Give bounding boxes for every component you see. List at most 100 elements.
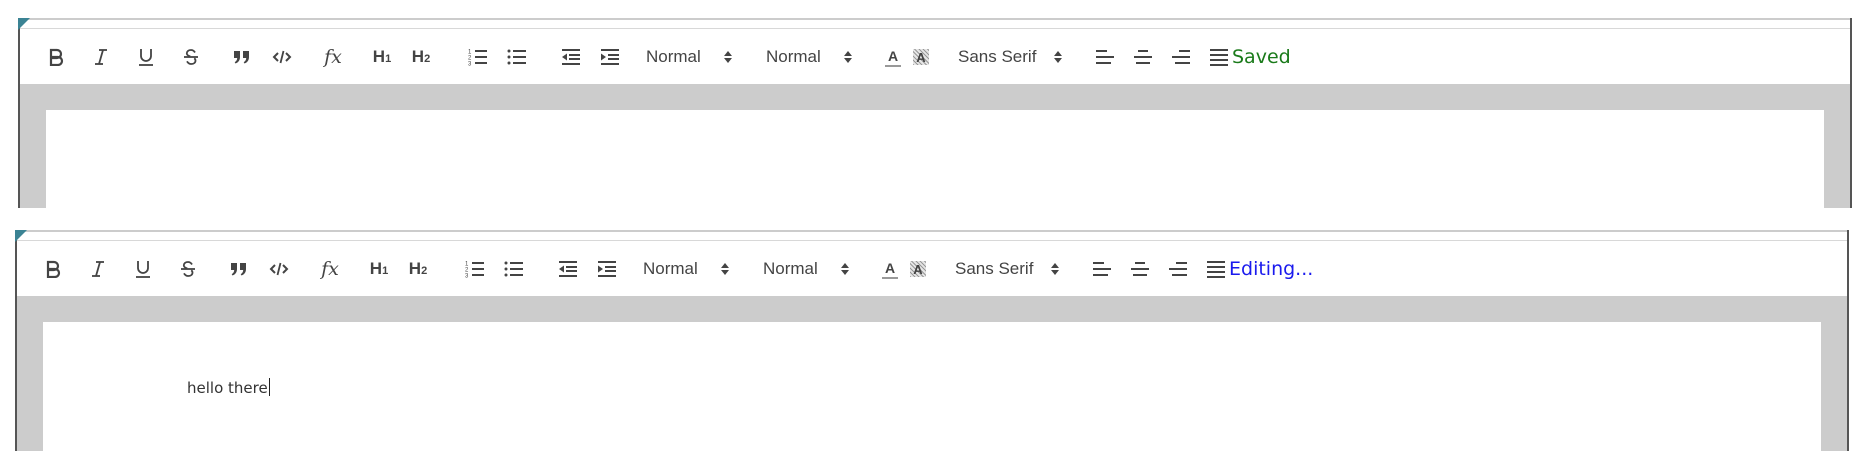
italic-icon <box>95 49 107 65</box>
editor-background: hello there <box>17 296 1847 451</box>
formula-button[interactable]: fx <box>318 29 348 85</box>
header-picker-label: Normal <box>766 47 821 66</box>
ordered-list-button[interactable]: 123 <box>463 29 493 85</box>
font-picker[interactable]: Sans Serif <box>950 29 1080 85</box>
italic-button[interactable] <box>84 241 112 297</box>
align-right-icon <box>1172 50 1190 64</box>
align-right-button[interactable] <box>1163 241 1193 297</box>
underline-button[interactable] <box>129 241 157 297</box>
italic-button[interactable] <box>87 29 115 85</box>
editor-page[interactable] <box>46 110 1824 208</box>
editor-text: hello there <box>187 379 268 397</box>
editor-page[interactable]: hello there <box>43 322 1821 451</box>
font-color-button[interactable]: A <box>880 29 906 85</box>
ordered-list-button[interactable]: 123 <box>460 241 490 297</box>
ordered-list-icon: 123 <box>468 50 487 66</box>
italic-icon <box>92 261 104 277</box>
header-1-icon: H1 <box>369 259 389 278</box>
svg-text:3: 3 <box>465 274 469 279</box>
ordered-list-icon: 123 <box>465 262 484 279</box>
header-2-icon: H2 <box>411 47 431 66</box>
size-picker-label: Normal <box>643 259 698 278</box>
blockquote-button[interactable] <box>224 241 254 297</box>
bold-button[interactable] <box>39 241 67 297</box>
chevron-updown-icon <box>1054 51 1062 63</box>
editor-top-border <box>15 230 1849 232</box>
underline-icon <box>139 49 153 66</box>
header-picker-label: Normal <box>763 259 818 278</box>
outdent-icon <box>559 261 577 277</box>
align-center-icon <box>1134 50 1152 64</box>
font-color-button[interactable]: A <box>877 241 903 297</box>
font-picker[interactable]: Sans Serif <box>947 241 1077 297</box>
save-status: Saved <box>1232 46 1291 68</box>
header-1-button[interactable]: H1 <box>364 241 394 297</box>
align-right-icon <box>1169 262 1187 276</box>
editor-right-border <box>1847 230 1849 451</box>
bullet-list-icon <box>507 49 526 65</box>
header-picker[interactable]: Normal <box>753 241 863 297</box>
outdent-button[interactable] <box>556 29 586 85</box>
align-center-button[interactable] <box>1125 241 1155 297</box>
strikethrough-button[interactable] <box>177 29 205 85</box>
blockquote-icon <box>231 263 246 276</box>
font-color-icon: A <box>885 48 901 67</box>
save-status: Editing... <box>1229 258 1314 280</box>
bold-icon <box>46 260 61 278</box>
align-center-button[interactable] <box>1128 29 1158 85</box>
align-left-button[interactable] <box>1087 241 1117 297</box>
indent-button[interactable] <box>595 29 625 85</box>
size-picker[interactable]: Normal <box>636 29 746 85</box>
font-color-icon: A <box>882 260 898 279</box>
bullet-list-icon <box>504 261 523 277</box>
strikethrough-button[interactable] <box>174 241 202 297</box>
align-right-button[interactable] <box>1166 29 1196 85</box>
outdent-button[interactable] <box>553 241 583 297</box>
header-1-button[interactable]: H1 <box>367 29 397 85</box>
align-justify-icon <box>1210 49 1228 66</box>
background-color-icon: A <box>913 49 929 65</box>
header-2-button[interactable]: H2 <box>403 241 433 297</box>
size-picker[interactable]: Normal <box>633 241 743 297</box>
chevron-updown-icon <box>844 51 852 63</box>
code-block-button[interactable] <box>264 241 294 297</box>
align-left-button[interactable] <box>1090 29 1120 85</box>
align-left-icon <box>1096 50 1114 64</box>
bullet-list-button[interactable] <box>499 241 529 297</box>
align-justify-button[interactable] <box>1204 29 1234 85</box>
text-caret <box>268 378 270 396</box>
size-picker-label: Normal <box>646 47 701 66</box>
code-block-icon <box>269 262 289 276</box>
underline-icon <box>136 261 150 278</box>
underline-button[interactable] <box>132 29 160 85</box>
editor-background <box>20 84 1850 208</box>
bullet-list-button[interactable] <box>502 29 532 85</box>
font-picker-label: Sans Serif <box>958 47 1037 66</box>
header-2-icon: H2 <box>408 259 428 278</box>
formula-icon: fx <box>324 46 342 68</box>
chevron-updown-icon <box>841 263 849 275</box>
header-picker[interactable]: Normal <box>756 29 866 85</box>
font-picker-label: Sans Serif <box>955 259 1034 278</box>
editor-1: fx H1 H2 123 Normal Normal A A Sans Seri… <box>18 18 1852 208</box>
blockquote-icon <box>234 51 249 64</box>
indent-button[interactable] <box>592 241 622 297</box>
blockquote-button[interactable] <box>227 29 257 85</box>
align-justify-button[interactable] <box>1201 241 1231 297</box>
bold-button[interactable] <box>42 29 70 85</box>
background-color-button[interactable]: A <box>908 29 934 85</box>
editor-right-border <box>1850 18 1852 208</box>
align-justify-icon <box>1207 261 1225 278</box>
chevron-updown-icon <box>1051 263 1059 275</box>
header-1-icon: H1 <box>372 47 392 66</box>
chevron-updown-icon <box>724 51 732 63</box>
indent-icon <box>601 49 619 65</box>
formula-button[interactable]: fx <box>315 241 345 297</box>
align-left-icon <box>1093 262 1111 276</box>
toolbar: fx H1 H2 123 Normal Normal A A Sans Seri… <box>20 28 1850 85</box>
header-2-button[interactable]: H2 <box>406 29 436 85</box>
editor-content[interactable]: hello there <box>187 378 270 397</box>
background-color-button[interactable]: A <box>905 241 931 297</box>
strikethrough-icon <box>184 49 198 65</box>
code-block-button[interactable] <box>267 29 297 85</box>
